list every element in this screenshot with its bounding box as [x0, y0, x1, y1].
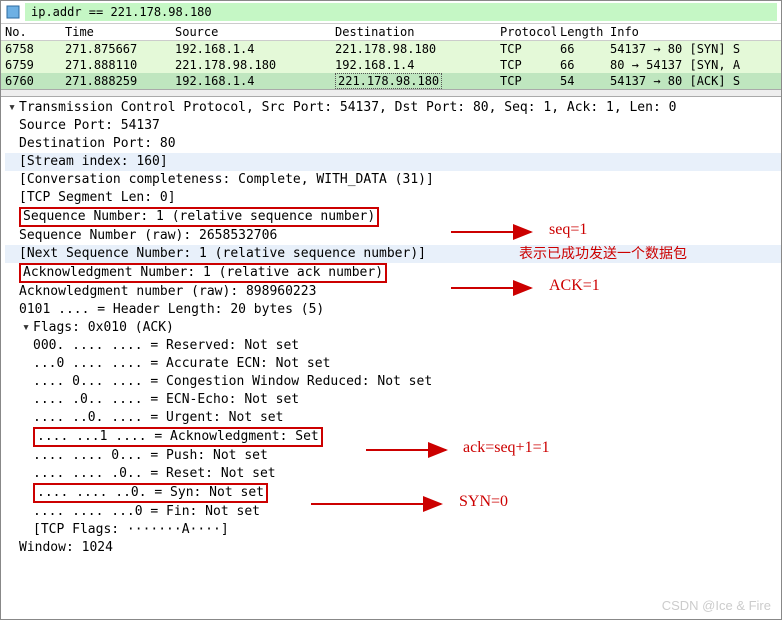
col-info[interactable]: Info: [606, 24, 781, 40]
packet-row-selected[interactable]: 6760 271.888259 192.168.1.4 221.178.98.1…: [1, 73, 781, 89]
cell-no: 6759: [1, 57, 61, 73]
cell-info: 54137 → 80 [ACK] S: [606, 73, 781, 89]
flag-string[interactable]: [TCP Flags: ·······A····]: [5, 521, 781, 539]
tree-flags-root[interactable]: ▾Flags: 0x010 (ACK): [5, 319, 781, 337]
flag-ae[interactable]: ...0 .... .... = Accurate ECN: Not set: [5, 355, 781, 373]
packet-list-header: No. Time Source Destination Protocol Len…: [1, 24, 781, 41]
cell-no: 6760: [1, 73, 61, 89]
cell-proto: TCP: [496, 41, 556, 57]
arrow-seq: [451, 223, 541, 241]
annot-ackflag: ack=seq+1=1: [463, 439, 550, 457]
tree-stream[interactable]: [Stream index: 160]: [5, 153, 781, 171]
flag-ece[interactable]: .... .0.. .... = ECN-Echo: Not set: [5, 391, 781, 409]
annot-ack: ACK=1: [549, 277, 600, 295]
pane-divider[interactable]: [1, 89, 781, 97]
tree-srcport[interactable]: Source Port: 54137: [5, 117, 781, 135]
cell-time: 271.888110: [61, 57, 171, 73]
bookmark-icon[interactable]: [5, 4, 21, 20]
cell-info: 54137 → 80 [SYN] S: [606, 41, 781, 57]
packet-row[interactable]: 6759 271.888110 221.178.98.180 192.168.1…: [1, 57, 781, 73]
tree-hlen[interactable]: 0101 .... = Header Length: 20 bytes (5): [5, 301, 781, 319]
flag-urg[interactable]: .... ..0. .... = Urgent: Not set: [5, 409, 781, 427]
annot-syn: SYN=0: [459, 493, 508, 511]
arrow-acknum: [451, 279, 541, 297]
cell-len: 66: [556, 57, 606, 73]
cell-dst: 192.168.1.4: [331, 57, 496, 73]
display-filter-input[interactable]: [25, 3, 777, 21]
caret-down-icon[interactable]: ▾: [5, 99, 19, 117]
cell-dst: 221.178.98.180: [331, 41, 496, 57]
cell-time: 271.875667: [61, 41, 171, 57]
col-len[interactable]: Length: [556, 24, 606, 40]
packet-details-tree: ▾Transmission Control Protocol, Src Port…: [1, 97, 781, 559]
tree-window[interactable]: Window: 1024: [5, 539, 781, 557]
annot-seq: seq=1: [549, 221, 587, 239]
annot-seq-note: 表示已成功发送一个数据包: [519, 243, 687, 263]
tree-ack[interactable]: Acknowledgment Number: 1 (relative ack n…: [5, 263, 781, 283]
tree-dstport[interactable]: Destination Port: 80: [5, 135, 781, 153]
col-time[interactable]: Time: [61, 24, 171, 40]
cell-len: 54: [556, 73, 606, 89]
cell-proto: TCP: [496, 57, 556, 73]
flag-cwr[interactable]: .... 0... .... = Congestion Window Reduc…: [5, 373, 781, 391]
cell-dst: 221.178.98.180: [331, 73, 496, 89]
caret-down-icon[interactable]: ▾: [19, 319, 33, 337]
col-src[interactable]: Source: [171, 24, 331, 40]
cell-proto: TCP: [496, 73, 556, 89]
tcp-title: Transmission Control Protocol, Src Port:…: [19, 99, 676, 117]
cell-time: 271.888259: [61, 73, 171, 89]
tree-conv[interactable]: [Conversation completeness: Complete, WI…: [5, 171, 781, 189]
col-dst[interactable]: Destination: [331, 24, 496, 40]
cell-info: 80 → 54137 [SYN, A: [606, 57, 781, 73]
cell-src: 192.168.1.4: [171, 73, 331, 89]
tree-ackraw[interactable]: Acknowledgment number (raw): 898960223: [5, 283, 781, 301]
arrow-ackflag: [366, 441, 456, 459]
col-proto[interactable]: Protocol: [496, 24, 556, 40]
cell-len: 66: [556, 41, 606, 57]
flag-reserved[interactable]: 000. .... .... = Reserved: Not set: [5, 337, 781, 355]
cell-src: 221.178.98.180: [171, 57, 331, 73]
watermark: CSDN @Ice & Fire: [662, 598, 771, 613]
display-filter-bar: [1, 1, 781, 24]
flag-rst[interactable]: .... .... .0.. = Reset: Not set: [5, 465, 781, 483]
arrow-syn: [311, 495, 451, 513]
tree-tcp-root[interactable]: ▾Transmission Control Protocol, Src Port…: [5, 99, 781, 117]
tree-seq[interactable]: Sequence Number: 1 (relative sequence nu…: [5, 207, 781, 227]
col-no[interactable]: No.: [1, 24, 61, 40]
cell-src: 192.168.1.4: [171, 41, 331, 57]
tree-seglen[interactable]: [TCP Segment Len: 0]: [5, 189, 781, 207]
cell-no: 6758: [1, 41, 61, 57]
packet-row[interactable]: 6758 271.875667 192.168.1.4 221.178.98.1…: [1, 41, 781, 57]
